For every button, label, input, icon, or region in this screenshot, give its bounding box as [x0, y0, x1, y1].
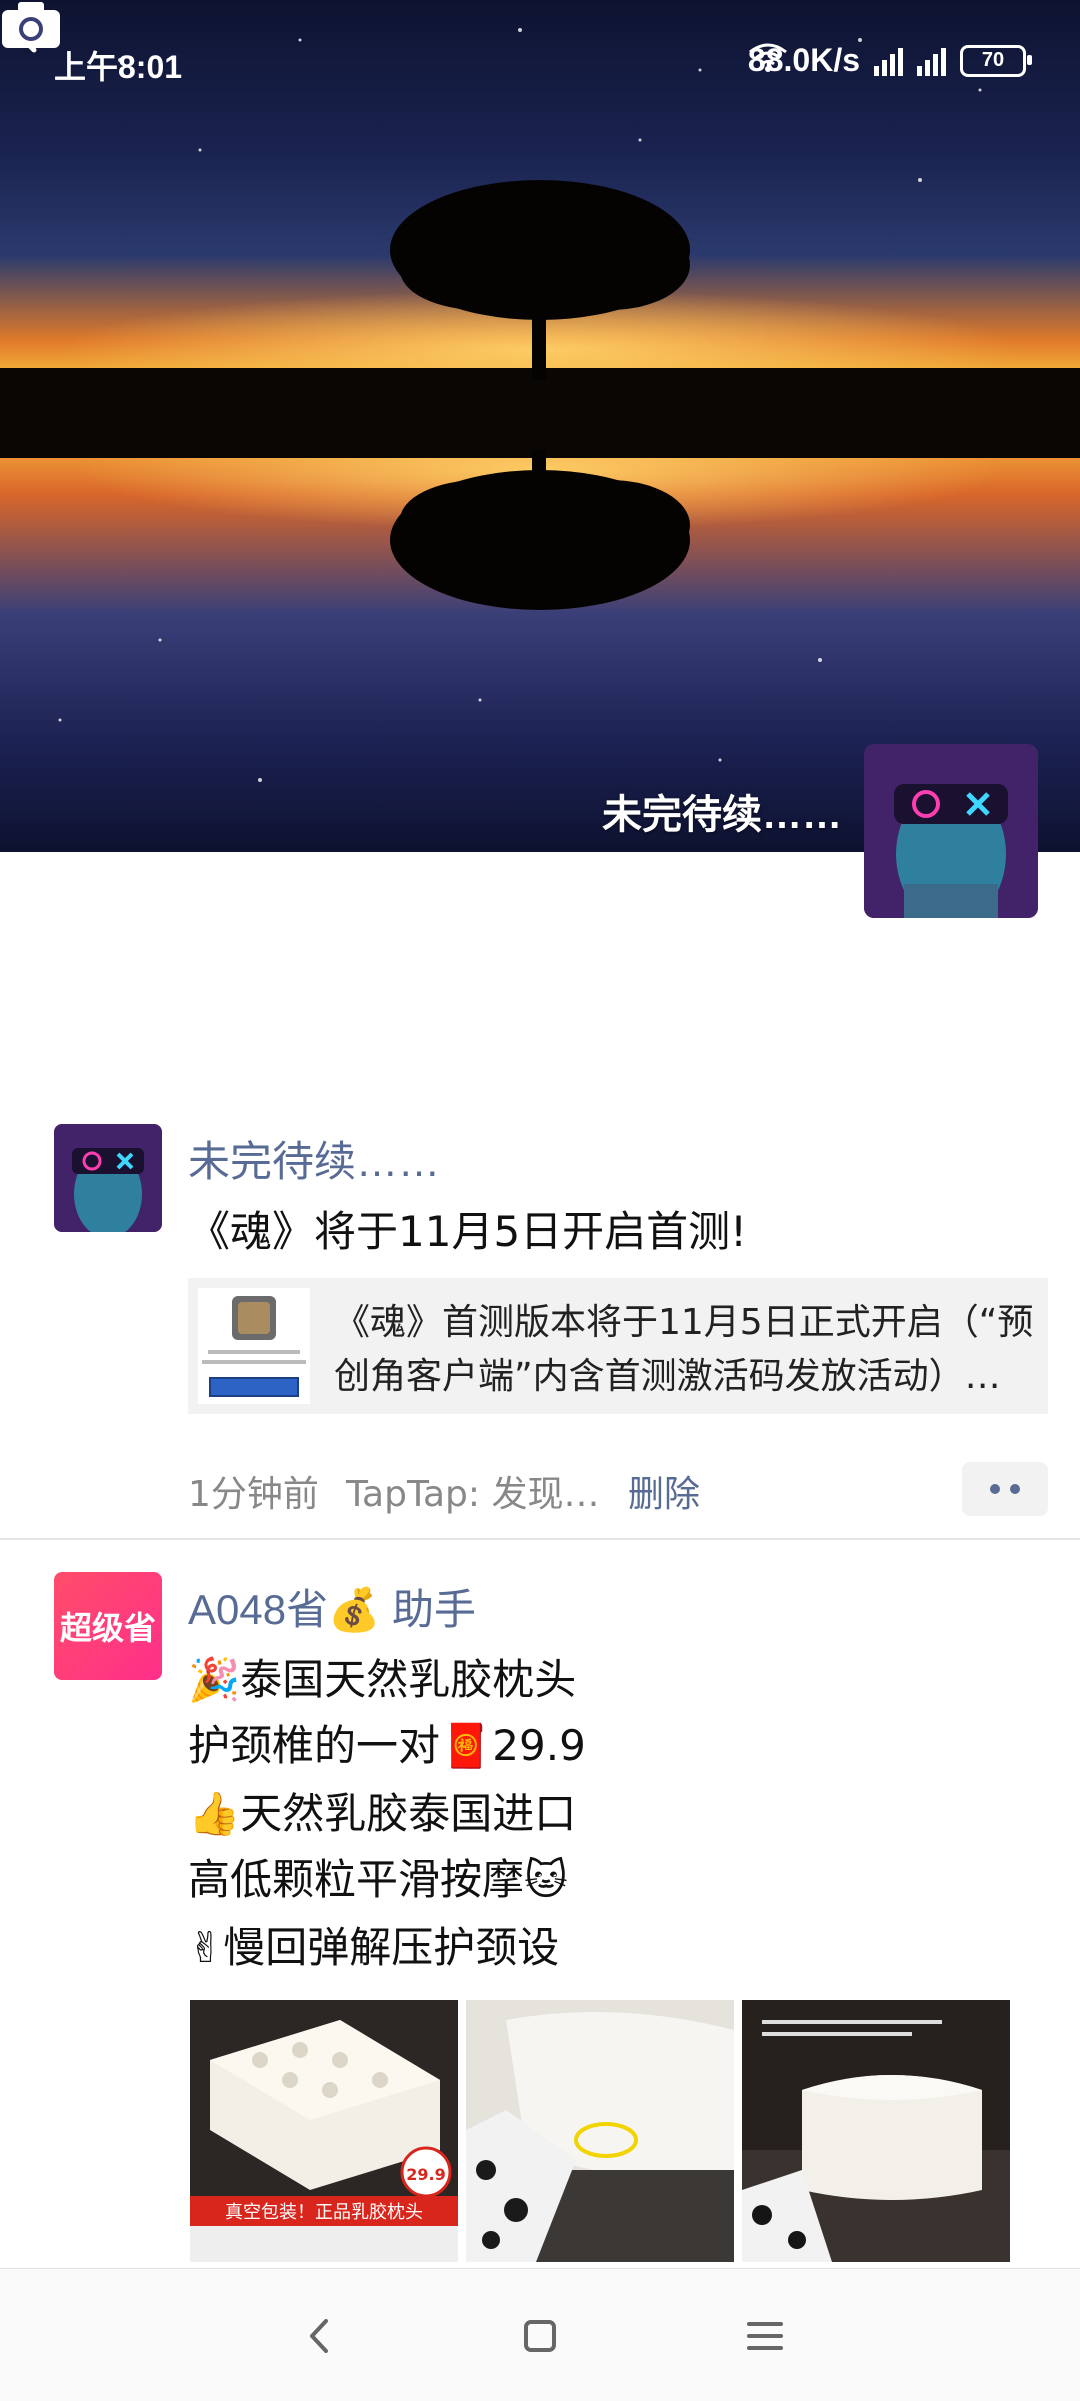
post2-line5: ✌慢回弹解压护颈设 [188, 1923, 560, 1972]
post2-photo-2[interactable] [466, 2000, 734, 2262]
post1-delete[interactable]: 删除 [628, 1465, 700, 1517]
post2-photo-1[interactable]: 真空包装！正品乳胶枕头 29.9 [190, 2000, 458, 2262]
post1-source[interactable]: TapTap: 发现… [346, 1465, 599, 1517]
battery-level: 70 [981, 49, 1005, 71]
system-nav-bar [0, 2268, 1080, 2401]
post2-line1: 🎉泰国天然乳胶枕头 [188, 1655, 577, 1704]
post2-line2: 护颈椎的一对🧧29.9 [188, 1721, 586, 1770]
link-title-line1: 《魂》首测版本将于11月5日正式开启（“预 [334, 1302, 1034, 1343]
cover-username: 未完待续…… [602, 793, 842, 837]
post1-avatar[interactable] [54, 1124, 162, 1232]
post2-line3: 👍天然乳胶泰国进口 [188, 1789, 577, 1838]
cover-photo[interactable]: 上午8:01 88.0K/s 70 未完待续…… [0, 0, 1080, 852]
photo1-price: 29.9 [406, 2165, 445, 2184]
menu-icon[interactable] [735, 2309, 795, 2363]
camera-icon[interactable] [0, 0, 62, 50]
post2-line4: 高低颗粒平滑按摩🐱 [188, 1855, 568, 1904]
home-icon[interactable] [510, 2309, 570, 2363]
back-icon[interactable] [290, 2309, 350, 2363]
post2-avatar[interactable]: 超级省 [54, 1572, 162, 1680]
battery-icon: 70 [960, 44, 1032, 77]
post1-link-card[interactable]: 《魂》首测版本将于11月5日正式开启（“预 创角客户端”内含首测激活码发放活动）… [188, 1278, 1048, 1414]
dot-icon [990, 1484, 1000, 1494]
post2-photo-3[interactable] [742, 2000, 1010, 2262]
photo1-caption: 真空包装！正品乳胶枕头 [225, 2202, 423, 2223]
post1-username[interactable]: 未完待续…… [188, 1128, 440, 1189]
profile-avatar[interactable] [864, 744, 1038, 918]
more-actions-button[interactable] [962, 1462, 1048, 1516]
dot-icon [1010, 1484, 1020, 1494]
post1-text: 《魂》将于11月5日开启首测! [188, 1207, 748, 1256]
wifi-icon [749, 43, 787, 72]
status-bar: 上午8:01 88.0K/s 70 [54, 42, 1032, 86]
link-title-line2: 创角客户端”内含首测激活码发放活动）… [334, 1356, 1001, 1397]
cover-landscape [0, 28, 1080, 782]
post2-avatar-text: 超级省 [59, 1609, 156, 1647]
post2-username[interactable]: A048省💰 助手 [188, 1576, 476, 1637]
post-divider [0, 1538, 1080, 1540]
link-thumbnail [198, 1288, 310, 1404]
post1-time: 1分钟前 [188, 1474, 319, 1515]
status-time: 上午8:01 [54, 49, 183, 85]
signal-icon [874, 46, 903, 76]
signal-2-icon [917, 46, 946, 76]
